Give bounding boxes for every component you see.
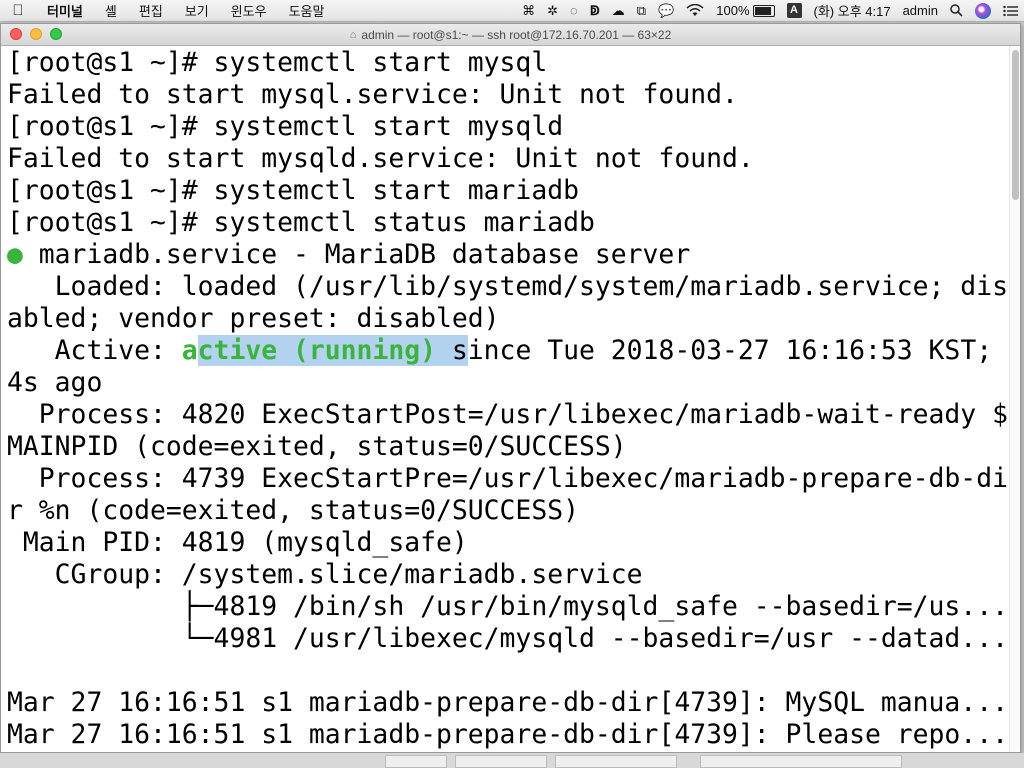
terminal-text: mariadb.service - MariaDB database serve… — [22, 239, 691, 270]
battery-indicator[interactable]: 100% — [716, 3, 775, 18]
extension-icon[interactable]: ◌ — [570, 3, 578, 18]
terminal-text: [root@s1 ~]# systemctl status mariadb — [7, 207, 595, 238]
terminal-text: Main PID: 4819 (mysqld_safe) — [7, 527, 468, 558]
terminal-line: [root@s1 ~]# systemctl status mariadb — [7, 207, 1010, 239]
terminal-text: Process: 4739 ExecStartPre=/usr/libexec/… — [7, 463, 1008, 494]
terminal-text: [root@s1 ~]# systemctl start mariadb — [7, 175, 579, 206]
terminal-line: Main PID: 4819 (mysqld_safe) — [7, 527, 1010, 559]
terminal-text: [root@s1 ~]# systemctl start mysqld — [7, 111, 564, 142]
window-icon[interactable]: ⧉ — [637, 3, 646, 19]
terminal-text: MAINPID (code=exited, status=0/SUCCESS) — [7, 431, 627, 462]
terminal-text: r %n (code=exited, status=0/SUCCESS) — [7, 495, 579, 526]
apple-menu-icon[interactable]:  — [0, 2, 36, 19]
terminal-text: [root@s1 ~]# systemctl start mysql — [7, 47, 548, 78]
terminal-text: ince Tue 2018-03-27 16:16:53 KST; — [467, 335, 993, 366]
terminal-text: Active: — [7, 335, 182, 366]
close-button[interactable] — [10, 28, 22, 40]
input-source-indicator[interactable]: A — [786, 3, 802, 18]
command-icon[interactable]: ⌘ — [522, 3, 535, 19]
menu-view[interactable]: 보기 — [174, 1, 220, 20]
battery-fill — [754, 6, 771, 15]
desktop-window-thumbnail — [555, 755, 677, 768]
terminal-line: [root@s1 ~]# systemctl start mariadb — [7, 175, 1010, 207]
status-area: ⌘ ✲ ◌ ↁ ☁ ⧉ 💬 100% A (화) 오후 4:17 admin — [516, 0, 1024, 22]
zoom-button[interactable] — [50, 28, 62, 40]
terminal-text: Process: 4820 ExecStartPost=/usr/libexec… — [7, 399, 1008, 430]
terminal-output[interactable]: [root@s1 ~]# systemctl start mysql Failed… — [1, 46, 1010, 752]
terminal-line: abled; vendor preset: disabled) — [7, 303, 1010, 335]
terminal-text: abled; vendor preset: disabled) — [7, 303, 500, 334]
minimize-button[interactable] — [30, 28, 42, 40]
user-menu[interactable]: admin — [903, 3, 938, 18]
terminal-line: ├─4819 /bin/sh /usr/bin/mysqld_safe --ba… — [7, 591, 1010, 623]
terminal-text: Mar 27 16:16:51 s1 mariadb-prepare-db-di… — [7, 687, 1008, 718]
desktop-background — [0, 753, 1024, 768]
vertical-scrollbar[interactable] — [1009, 46, 1020, 752]
terminal-text: └─4981 /usr/libexec/mysqld --basedir=/us… — [7, 623, 1008, 654]
menu-help[interactable]: 도움말 — [278, 1, 336, 20]
window-titlebar[interactable]: ⌂ admin — root@s1:~ — ssh root@172.16.70… — [1, 24, 1020, 46]
terminal-line: Loaded: loaded (/usr/lib/systemd/system/… — [7, 271, 1010, 303]
notification-center-icon[interactable] — [1003, 5, 1018, 17]
battery-percent: 100% — [716, 3, 750, 18]
cloud-icon[interactable]: ☁ — [612, 3, 625, 19]
terminal-line: Mar 27 16:16:51 s1 mariadb-prepare-db-di… — [7, 719, 1010, 751]
spotlight-search-icon[interactable] — [950, 4, 963, 17]
terminal-line: [root@s1 ~]# systemctl start mysql — [7, 47, 1010, 79]
wifi-icon[interactable] — [686, 4, 704, 17]
desktop-window-thumbnail — [385, 755, 447, 768]
menu-window[interactable]: 윈도우 — [220, 1, 278, 20]
menu-bar:  터미널 셸 편집 보기 윈도우 도움말 ⌘ ✲ ◌ ↁ ☁ ⧉ 💬 100%… — [0, 0, 1024, 22]
d-app-icon[interactable]: ↁ — [590, 3, 600, 19]
terminal-line: MAINPID (code=exited, status=0/SUCCESS) — [7, 431, 1010, 463]
terminal-text: Failed to start mysqld.service: Unit not… — [7, 143, 754, 174]
terminal-line: ● mariadb.service - MariaDB database ser… — [7, 239, 1010, 271]
window-title: admin — root@s1:~ — ssh root@172.16.70.2… — [361, 27, 672, 42]
terminal-line: Process: 4739 ExecStartPre=/usr/libexec/… — [7, 463, 1010, 495]
terminal-line: Failed to start mysqld.service: Unit not… — [7, 143, 1010, 175]
desktop-window-thumbnail — [700, 755, 902, 768]
terminal-line: Process: 4820 ExecStartPost=/usr/libexec… — [7, 399, 1010, 431]
terminal-text: ctive (running) — [197, 335, 436, 366]
terminal-text: CGroup: /system.slice/mariadb.service — [7, 559, 643, 590]
menu-shell[interactable]: 셸 — [94, 1, 128, 20]
terminal-line: Failed to start mysql.service: Unit not … — [7, 79, 1010, 111]
terminal-text: Loaded: loaded (/usr/lib/systemd/system/… — [7, 271, 1008, 302]
battery-icon — [752, 4, 775, 17]
terminal-line: CGroup: /system.slice/mariadb.service — [7, 559, 1010, 591]
terminal-window: ⌂ admin — root@s1:~ — ssh root@172.16.70… — [0, 23, 1021, 753]
siri-icon[interactable] — [975, 2, 991, 19]
clock[interactable]: (화) 오후 4:17 — [814, 1, 891, 20]
scrollbar-thumb[interactable] — [1012, 50, 1019, 200]
terminal-text: s — [436, 335, 468, 366]
terminal-text: ├─4819 /bin/sh /usr/bin/mysqld_safe --ba… — [7, 591, 1008, 622]
menu-edit[interactable]: 편집 — [128, 1, 174, 20]
terminal-text: Failed to start mysql.service: Unit not … — [7, 79, 738, 110]
terminal-text: Mar 27 16:16:51 s1 mariadb-prepare-db-di… — [7, 719, 1008, 750]
butterfly-icon[interactable]: ✲ — [547, 3, 558, 19]
menu-app-name[interactable]: 터미널 — [36, 1, 94, 20]
terminal-line: 4s ago — [7, 367, 1010, 399]
home-folder-icon: ⌂ — [349, 28, 357, 41]
input-source-icon: A — [786, 3, 802, 18]
terminal-text: a — [181, 335, 198, 366]
terminal-text: 4s ago — [7, 367, 103, 398]
terminal-line: Active: active (running) since Tue 2018-… — [7, 335, 1010, 367]
window-controls — [10, 28, 62, 40]
terminal-text: ● — [7, 239, 23, 270]
terminal-line: └─4981 /usr/libexec/mysqld --basedir=/us… — [7, 623, 1010, 655]
terminal-line: Mar 27 16:16:51 s1 mariadb-prepare-db-di… — [7, 687, 1010, 719]
terminal-line: [root@s1 ~]# systemctl start mysqld — [7, 111, 1010, 143]
terminal-line: r %n (code=exited, status=0/SUCCESS) — [7, 495, 1010, 527]
chat-icon[interactable]: 💬 — [658, 3, 674, 19]
desktop-window-thumbnail — [455, 755, 547, 768]
